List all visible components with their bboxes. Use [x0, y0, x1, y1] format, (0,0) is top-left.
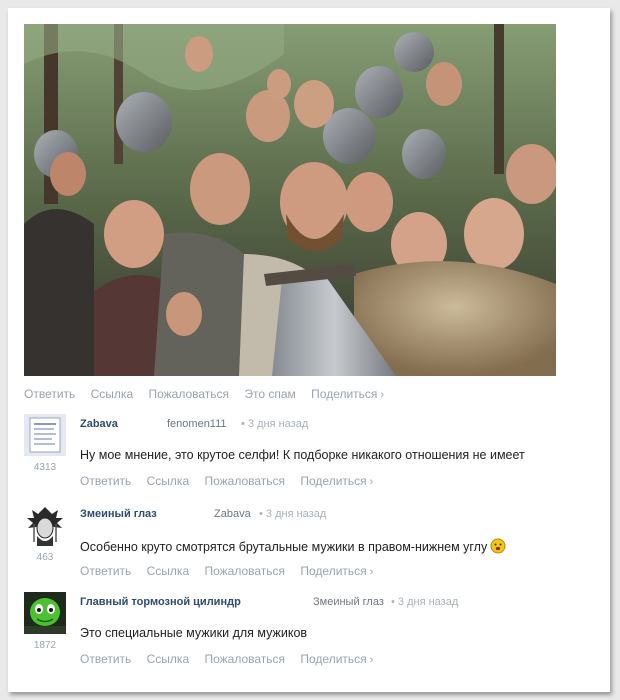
green-creature-icon[interactable]	[24, 592, 66, 634]
comment-share-link[interactable]: Поделиться ›	[300, 474, 385, 488]
comment-reply-link[interactable]: Ответить	[80, 652, 131, 666]
comment-score: 1872	[33, 640, 57, 651]
post-complain-link[interactable]: Пожаловаться	[148, 387, 229, 401]
comment-link-link[interactable]: Ссылка	[147, 564, 189, 578]
selfie-image	[24, 24, 556, 376]
comment-item: 463 Змеиный глаз Zabava • 3 дня назад Ос…	[24, 504, 604, 584]
comment-actions: Ответить Ссылка Пожаловаться Поделиться ›	[80, 474, 397, 488]
comment-time: • 3 дня назад	[391, 596, 459, 608]
post-reply-link[interactable]: Ответить	[24, 387, 75, 401]
native-chief-icon[interactable]	[24, 504, 66, 546]
comment-text: Ну мое мнение, это крутое селфи! К подбо…	[80, 448, 525, 462]
smiley-emoji-icon	[490, 538, 506, 557]
comment-time: • 3 дня назад	[241, 418, 309, 430]
group-selfie-photo[interactable]	[24, 24, 556, 376]
chevron-right-icon: ›	[369, 566, 374, 578]
comment-link-link[interactable]: Ссылка	[147, 474, 189, 488]
chevron-right-icon: ›	[369, 654, 374, 666]
comment-share-label: Поделиться	[300, 474, 367, 488]
comment-item: 4313 Zabava fenomen111 • 3 дня назад Ну …	[24, 414, 604, 494]
comment-reply-to[interactable]: Змеиный глаз	[313, 596, 384, 608]
post-card: Ответить Ссылка Пожаловаться Это спам По…	[8, 8, 610, 692]
comment-share-link[interactable]: Поделиться ›	[300, 652, 385, 666]
post-share-label: Поделиться	[311, 387, 378, 401]
comment-actions: Ответить Ссылка Пожаловаться Поделиться ›	[80, 564, 397, 578]
comment-time: • 3 дня назад	[259, 508, 327, 520]
comment-author[interactable]: Главный тормозной цилиндр	[80, 596, 241, 608]
comment-reply-link[interactable]: Ответить	[80, 564, 131, 578]
comment-share-label: Поделиться	[300, 564, 367, 578]
comment-reply-to[interactable]: fenomen111	[167, 418, 227, 430]
comment-complain-link[interactable]: Пожаловаться	[204, 652, 285, 666]
comment-actions: Ответить Ссылка Пожаловаться Поделиться ›	[80, 652, 397, 666]
chevron-right-icon: ›	[380, 389, 385, 401]
chevron-right-icon: ›	[369, 476, 374, 488]
post-link-link[interactable]: Ссылка	[91, 387, 133, 401]
comment-text-content: Особенно круто смотрятся брутальные мужи…	[80, 539, 488, 554]
comment-share-link[interactable]: Поделиться ›	[300, 564, 385, 578]
comment-text: Особенно круто смотрятся брутальные мужи…	[80, 538, 506, 557]
comment-score: 463	[36, 552, 54, 563]
comment-text: Это специальные мужики для мужиков	[80, 626, 308, 640]
post-actions: Ответить Ссылка Пожаловаться Это спам По…	[24, 387, 408, 401]
comment-author[interactable]: Zabava	[80, 418, 118, 430]
comment-complain-link[interactable]: Пожаловаться	[204, 564, 285, 578]
comment-link-link[interactable]: Ссылка	[147, 652, 189, 666]
comment-reply-link[interactable]: Ответить	[80, 474, 131, 488]
note-paper-icon[interactable]	[24, 414, 66, 456]
post-spam-link[interactable]: Это спам	[244, 387, 295, 401]
comment-score: 4313	[33, 462, 57, 473]
post-share-link[interactable]: Поделиться ›	[311, 387, 396, 401]
comment-author[interactable]: Змеиный глаз	[80, 508, 157, 520]
comment-reply-to[interactable]: Zabava	[214, 508, 251, 520]
comment-complain-link[interactable]: Пожаловаться	[204, 474, 285, 488]
comment-item: 1872 Главный тормозной цилиндр Змеиный г…	[24, 592, 604, 672]
comment-share-label: Поделиться	[300, 652, 367, 666]
